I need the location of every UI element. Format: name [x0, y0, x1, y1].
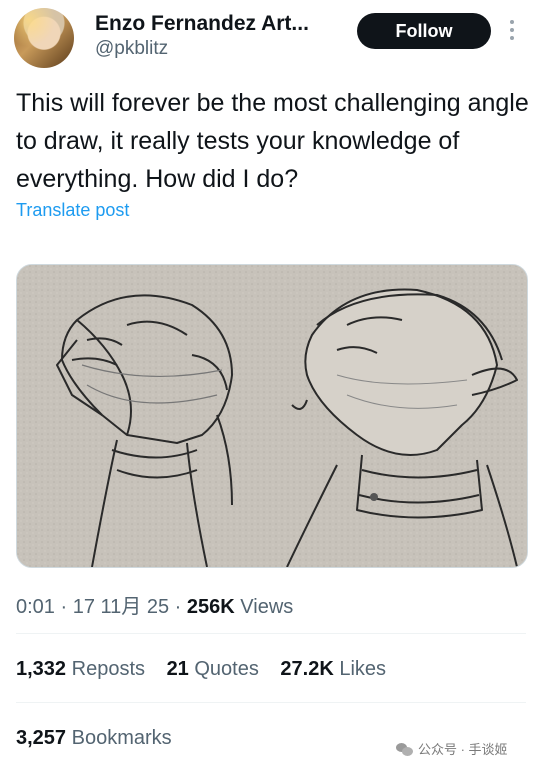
post-header: Enzo Fernandez Art... @pkblitz Follow: [0, 0, 545, 80]
more-vertical-icon[interactable]: [505, 17, 519, 45]
avatar[interactable]: [14, 8, 74, 68]
author-name[interactable]: Enzo Fernandez Art...: [95, 12, 309, 36]
post-meta: 0:01 · 17 11月 25 · 256K Views: [16, 590, 293, 619]
post-time[interactable]: 0:01: [16, 596, 55, 618]
quotes-label: Quotes: [194, 658, 259, 680]
reposts-count: 1,332: [16, 658, 67, 680]
follow-button[interactable]: Follow: [357, 13, 491, 49]
divider: [16, 702, 526, 703]
likes-label: Likes: [339, 658, 387, 680]
likes-link[interactable]: 27.2K Likes: [280, 658, 386, 680]
likes-count: 27.2K: [280, 658, 334, 680]
tweet-text: This will forever be the most challengin…: [16, 89, 529, 193]
post-date[interactable]: 17 11月 25: [73, 596, 169, 618]
author-handle[interactable]: @pkblitz: [95, 38, 168, 60]
quotes-link[interactable]: 21 Quotes: [167, 658, 259, 680]
reposts-link[interactable]: 1,332 Reposts: [16, 658, 145, 680]
meta-separator: ·: [60, 596, 68, 618]
post-image[interactable]: [16, 264, 528, 568]
wechat-icon: [396, 742, 414, 756]
views-count: 256K: [186, 596, 235, 618]
divider: [16, 633, 526, 634]
quotes-count: 21: [166, 658, 189, 680]
watermark-text: 公众号 · 手谈姬: [418, 742, 508, 757]
bookmarks-label: Bookmarks: [71, 727, 172, 749]
bookmarks-count: 3,257: [16, 727, 67, 749]
views-label: Views: [240, 596, 294, 618]
bookmarks-link[interactable]: 3,257 Bookmarks: [16, 727, 172, 750]
watermark: 公众号 · 手谈姬: [396, 739, 508, 758]
engagement-stats: 1,332 Reposts 21 Quotes 27.2K Likes: [16, 658, 402, 681]
translate-post-link[interactable]: Translate post: [16, 200, 129, 221]
meta-separator: ·: [174, 596, 182, 618]
sketch-artwork: [17, 265, 527, 567]
reposts-label: Reposts: [71, 658, 145, 680]
